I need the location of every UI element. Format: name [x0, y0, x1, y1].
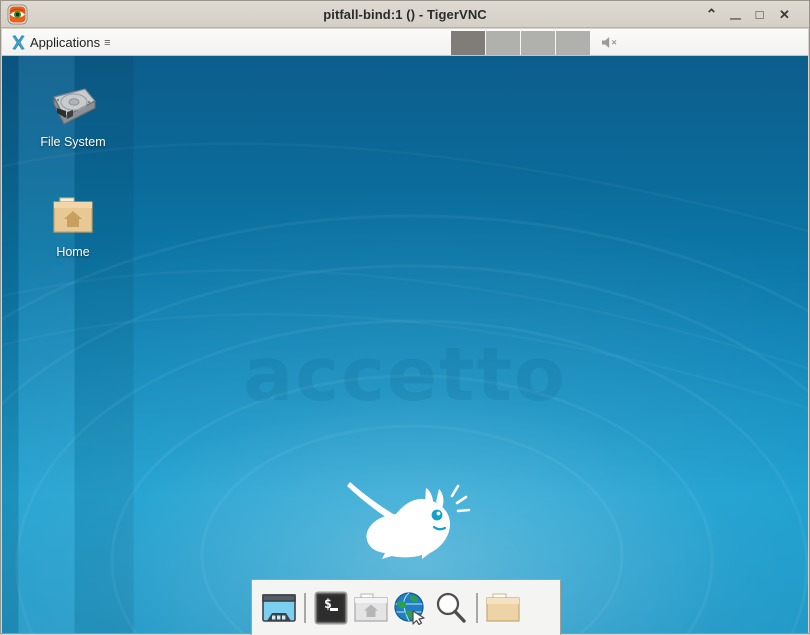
xfce-top-panel: Applications ≡ — [2, 29, 808, 56]
minimize-button[interactable] — [727, 6, 744, 23]
window-title: pitfall-bind:1 () - TigerVNC — [323, 7, 487, 22]
desktop-icon-label: Home — [56, 245, 90, 259]
wallpaper-arcs — [2, 214, 808, 633]
close-button[interactable] — [776, 6, 793, 23]
vnc-viewer-window: pitfall-bind:1 () - TigerVNC Application… — [0, 0, 810, 635]
search-icon — [436, 592, 466, 623]
show-desktop-icon — [262, 593, 296, 622]
dock-separator-1 — [304, 592, 306, 623]
shade-button[interactable] — [703, 6, 720, 23]
applications-menu-button[interactable]: Applications ≡ — [6, 29, 115, 56]
workspace-3[interactable] — [521, 31, 555, 55]
workspace-switcher[interactable] — [451, 31, 590, 55]
desktop-area[interactable]: accetto File System Home — [2, 56, 808, 633]
xfce-mouse-logo — [347, 482, 471, 559]
dock-item-file-manager[interactable] — [351, 588, 391, 628]
applications-menu-label: Applications — [30, 35, 101, 50]
xfce-mouse-icon — [12, 35, 25, 50]
folder-icon — [486, 593, 520, 622]
desktop-icon-label: File System — [40, 135, 106, 149]
file-manager-icon — [354, 593, 388, 622]
menu-lines-icon: ≡ — [104, 36, 111, 49]
dock-item-search[interactable] — [431, 588, 471, 628]
wallpaper-wordmark: accetto — [243, 332, 567, 418]
home-folder-icon — [25, 192, 121, 240]
desktop-icon-file-system[interactable]: File System — [25, 82, 121, 149]
terminal-icon: $ — [314, 591, 348, 624]
window-titlebar[interactable]: pitfall-bind:1 () - TigerVNC — [1, 1, 809, 28]
dock-item-show-desktop[interactable] — [259, 588, 299, 628]
dock-item-folder[interactable] — [483, 588, 523, 628]
dock-item-terminal[interactable]: $ — [311, 588, 351, 628]
dock-separator-2 — [476, 592, 478, 623]
maximize-button[interactable] — [751, 6, 768, 23]
workspace-1[interactable] — [451, 31, 485, 55]
bottom-dock-panel: $ — [251, 579, 561, 635]
desktop-icon-home[interactable]: Home — [25, 192, 121, 259]
workspace-2[interactable] — [486, 31, 520, 55]
web-browser-icon — [394, 591, 425, 625]
workspace-4[interactable] — [556, 31, 590, 55]
dock-item-web-browser[interactable] — [391, 588, 431, 628]
harddisk-icon — [25, 82, 121, 130]
wallpaper-bands — [2, 56, 808, 633]
speaker-muted-icon[interactable] — [600, 34, 622, 51]
